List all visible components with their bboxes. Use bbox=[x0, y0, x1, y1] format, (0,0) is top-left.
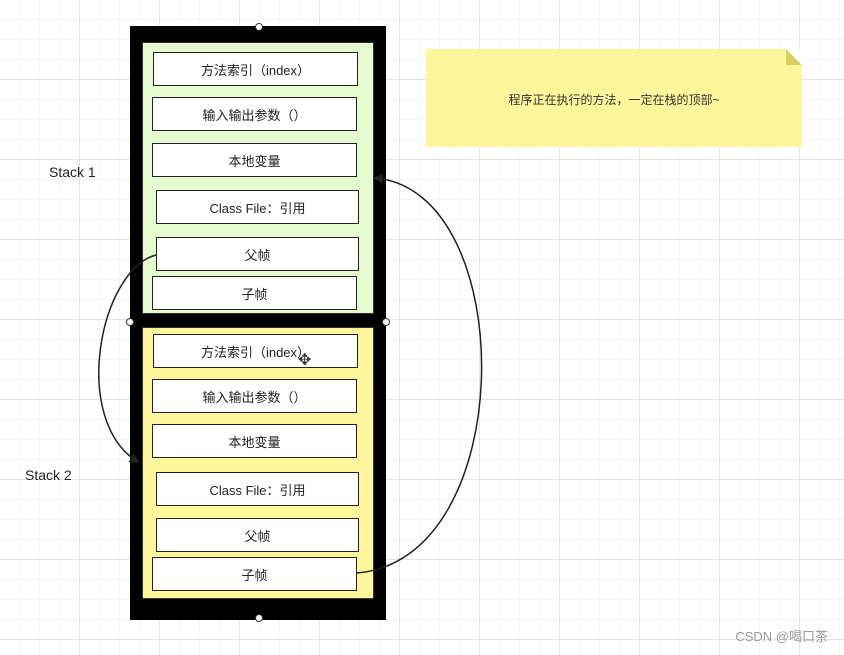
resize-handle-top[interactable] bbox=[255, 23, 263, 31]
resize-handle-left[interactable] bbox=[126, 318, 134, 326]
resize-handle-bottom[interactable] bbox=[255, 614, 263, 622]
parent-frame-arrow bbox=[98, 254, 157, 464]
watermark: CSDN @喝口茶 bbox=[735, 629, 828, 644]
move-icon: ✥ bbox=[298, 352, 312, 369]
resize-handle-right[interactable] bbox=[382, 318, 390, 326]
child-frame-arrow bbox=[356, 173, 483, 574]
connector-arrows bbox=[98, 173, 483, 574]
